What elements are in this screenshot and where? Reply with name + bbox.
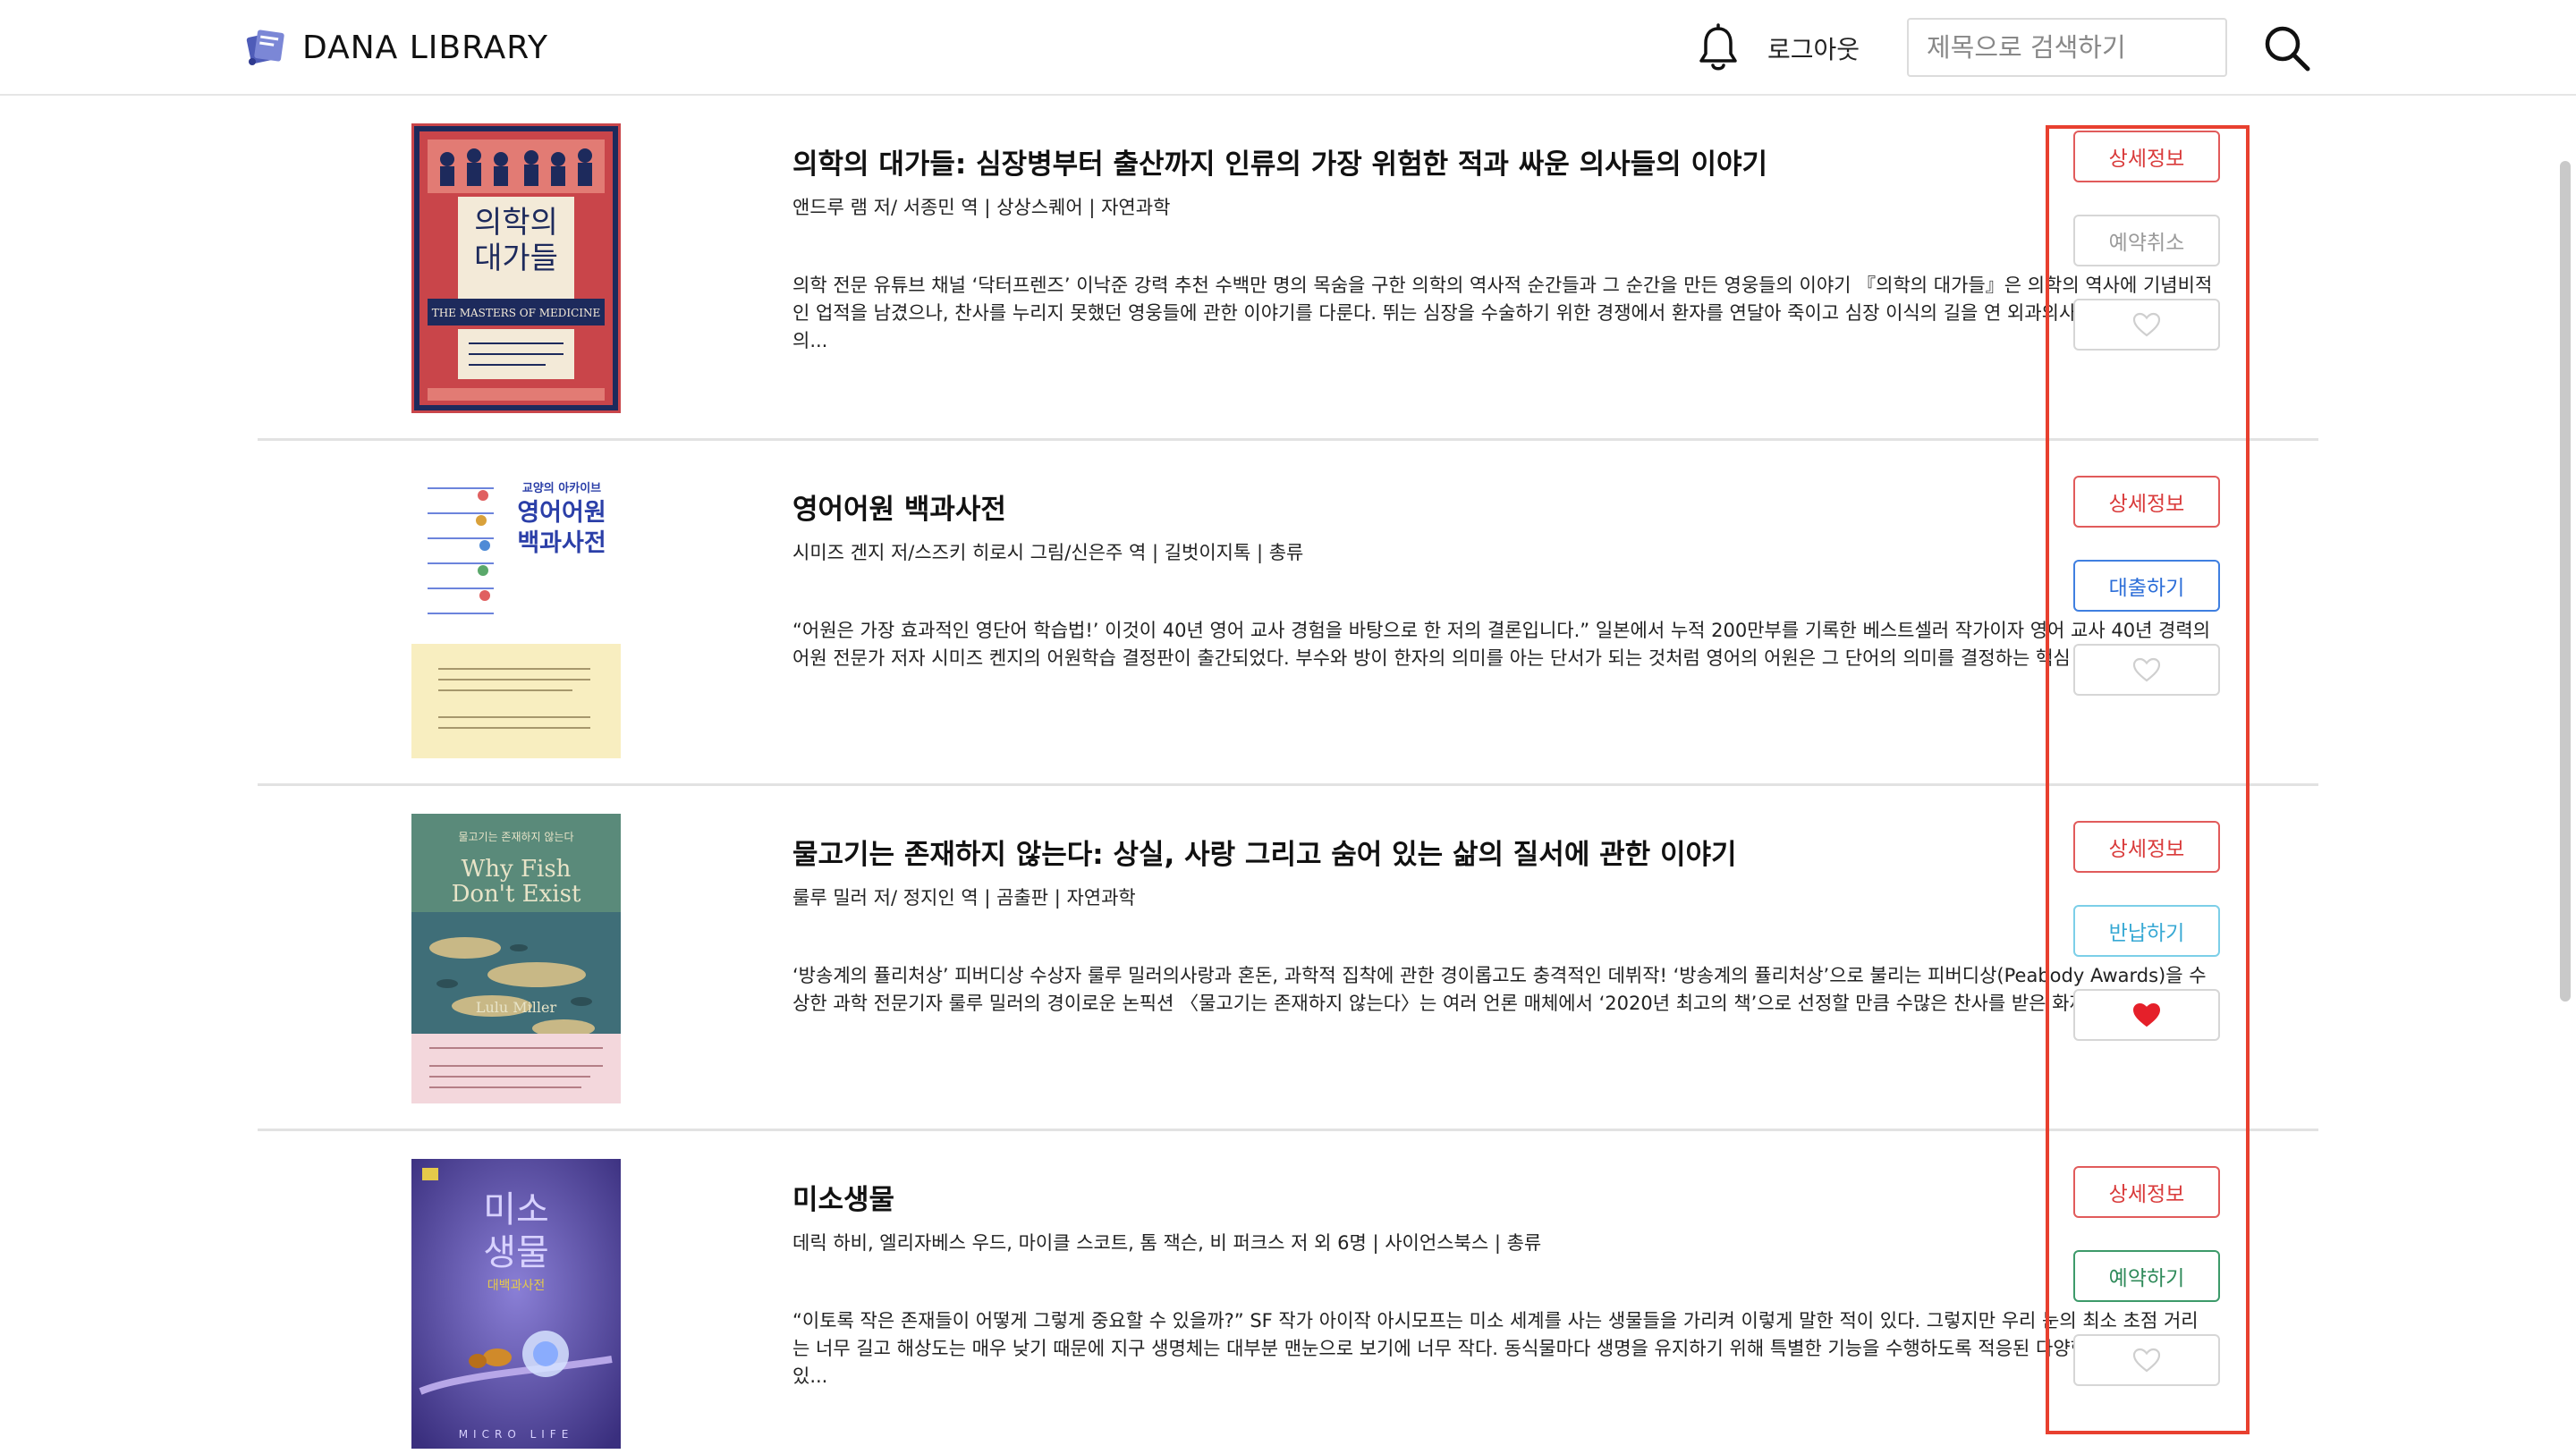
header: DANA LIBRARY 로그아웃	[0, 0, 2576, 96]
book-description: 의학 전문 유튜브 채널 ‘닥터프렌즈’ 이낙준 강력 추천 수백만 명의 목숨…	[792, 275, 2213, 351]
like-button[interactable]	[2073, 644, 2220, 696]
book-cover[interactable]: 교양의 아카이브 영어어원 백과사전	[411, 469, 621, 758]
heart-outline-icon	[2132, 1348, 2161, 1373]
reserve-button[interactable]: 예약하기	[2073, 1250, 2220, 1302]
like-button[interactable]	[2073, 989, 2220, 1041]
cover-title-line1: 영어어원	[517, 499, 606, 527]
cover-title-line1: 의학의	[474, 205, 558, 241]
heart-outline-icon	[2132, 657, 2161, 682]
detail-button[interactable]: 상세정보	[2073, 476, 2220, 528]
book-description: ‘방송계의 퓰리처상’ 피버디상 수상자 룰루 밀러의사랑과 혼돈, 과학적 집…	[792, 965, 2207, 1014]
detail-button[interactable]: 상세정보	[2073, 131, 2220, 182]
cover-author: Lulu Miller	[476, 999, 557, 1016]
book-meta: 룰루 밀러 저/ 정지인 역 | 곰출판 | 자연과학	[792, 887, 1136, 909]
return-button[interactable]: 반납하기	[2073, 905, 2220, 957]
logo-text: DANA LIBRARY	[302, 29, 548, 66]
list-item: 교양의 아카이브 영어어원 백과사전 영어어원 백과사전 시미즈 겐지 저/스즈…	[258, 442, 2318, 786]
cover-korean-title: 물고기는 존재하지 않는다	[458, 831, 573, 843]
cover-title-line1: Why Fish	[462, 856, 572, 883]
cover-subtitle: 대백과사전	[487, 1279, 545, 1293]
cover-title-line2: 생물	[483, 1232, 549, 1273]
search-button[interactable]	[2260, 21, 2314, 75]
list-item: 의학의 대가들 THE MASTERS OF MEDICINE 의학의 대가들:…	[258, 97, 2318, 441]
book-cover[interactable]: 물고기는 존재하지 않는다 Why Fish Don't Exist Lulu …	[411, 814, 621, 1103]
borrow-button[interactable]: 대출하기	[2073, 560, 2220, 612]
cover-subtitle: THE MASTERS OF MEDICINE	[432, 307, 601, 319]
book-actions: 상세정보 예약하기	[2073, 1166, 2220, 1418]
library-logo-icon	[246, 30, 284, 65]
detail-button[interactable]: 상세정보	[2073, 1166, 2220, 1218]
cover-footer: MICRO LIFE	[459, 1428, 574, 1441]
cover-title-line2: Don't Exist	[452, 881, 581, 908]
list-item: 물고기는 존재하지 않는다 Why Fish Don't Exist Lulu …	[258, 787, 2318, 1131]
bell-icon[interactable]	[1696, 23, 1741, 73]
book-description: “이토록 작은 존재들이 어떻게 그렇게 중요할 수 있을까?” SF 작가 아…	[792, 1310, 2199, 1387]
book-actions: 상세정보 반납하기	[2073, 821, 2220, 1073]
book-title[interactable]: 의학의 대가들: 심장병부터 출산까지 인류의 가장 위험한 적과 싸운 의사들…	[792, 141, 1767, 182]
detail-button[interactable]: 상세정보	[2073, 821, 2220, 873]
scrollbar[interactable]	[2560, 161, 2571, 1002]
cover-title-line1: 미소	[483, 1189, 549, 1230]
cover-title-line2: 백과사전	[517, 529, 606, 557]
logout-button[interactable]: 로그아웃	[1767, 30, 1860, 66]
cover-series: 교양의 아카이브	[522, 481, 601, 495]
list-item: 미소 생물 대백과사전 MICRO LIFE 미소생물 데릭 하비, 엘리자베스…	[258, 1132, 2318, 1454]
heart-outline-icon	[2132, 312, 2161, 337]
heart-filled-icon	[2132, 1002, 2161, 1027]
search-input[interactable]	[1907, 18, 2227, 77]
book-description: “어원은 가장 효과적인 영단어 학습법!’ 이것이 40년 영어 교사 경험을…	[792, 620, 2211, 669]
book-cover[interactable]: 의학의 대가들 THE MASTERS OF MEDICINE	[411, 123, 621, 413]
book-title[interactable]: 물고기는 존재하지 않는다: 상실, 사랑 그리고 숨어 있는 삶의 질서에 관…	[792, 832, 1737, 872]
cancel-reservation-button[interactable]: 예약취소	[2073, 215, 2220, 266]
like-button[interactable]	[2073, 299, 2220, 351]
cover-title-line2: 대가들	[474, 241, 558, 276]
book-actions: 상세정보 예약취소	[2073, 131, 2220, 383]
like-button[interactable]	[2073, 1334, 2220, 1386]
book-meta: 데릭 하비, 엘리자베스 우드, 마이클 스코트, 톰 잭슨, 비 퍼크스 저 …	[792, 1232, 1542, 1254]
book-actions: 상세정보 대출하기	[2073, 476, 2220, 728]
logo[interactable]: DANA LIBRARY	[243, 25, 548, 70]
book-title[interactable]: 영어어원 백과사전	[792, 486, 1006, 527]
search-icon	[2265, 26, 2310, 72]
book-cover[interactable]: 미소 생물 대백과사전 MICRO LIFE	[411, 1159, 621, 1449]
book-meta: 시미즈 겐지 저/스즈키 히로시 그림/신은주 역 | 길벗이지톡 | 총류	[792, 542, 1304, 563]
book-title[interactable]: 미소생물	[792, 1177, 894, 1217]
book-meta: 앤드루 램 저/ 서종민 역 | 상상스퀘어 | 자연과학	[792, 197, 1171, 218]
